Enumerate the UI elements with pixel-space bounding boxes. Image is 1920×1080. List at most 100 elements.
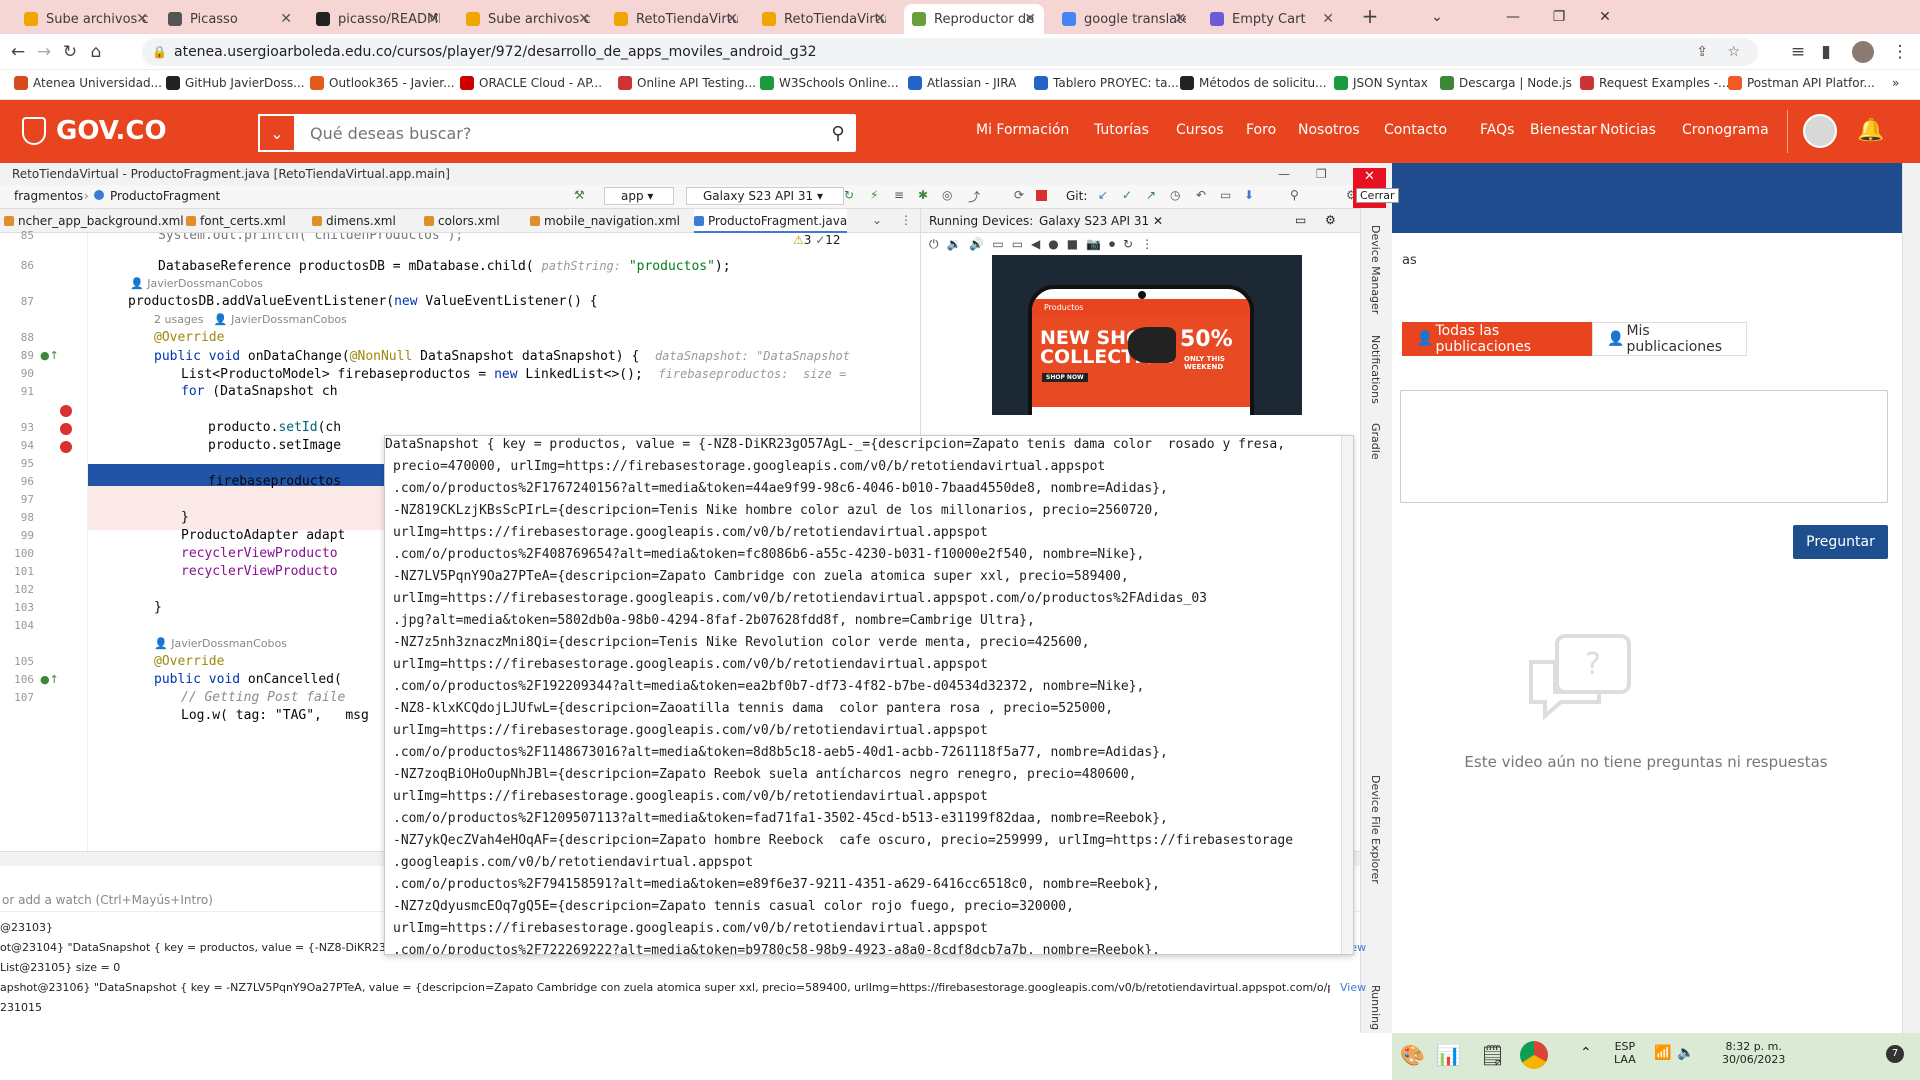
search-icon[interactable]: ⚲ bbox=[820, 123, 856, 144]
layout-icon[interactable]: ▭ bbox=[1295, 213, 1306, 227]
tab-close-icon[interactable]: ✕ bbox=[280, 11, 292, 27]
ide-restore-icon[interactable]: ❐ bbox=[1316, 163, 1327, 185]
breadcrumb-package[interactable]: fragmentos bbox=[14, 189, 83, 203]
git-push-icon[interactable]: ↗ bbox=[1146, 188, 1156, 202]
notifications-tab[interactable]: Notifications bbox=[1369, 335, 1382, 404]
tab-close-icon[interactable]: ✕ bbox=[1174, 11, 1186, 27]
home-icon[interactable]: ⌂ bbox=[84, 40, 108, 64]
reading-list-icon[interactable]: ≡ bbox=[1786, 40, 1810, 64]
tabs-dropdown-icon[interactable]: ⌄ bbox=[872, 213, 882, 227]
nav-link[interactable]: Foro bbox=[1246, 122, 1276, 138]
debug-bug-icon[interactable]: ✱ bbox=[918, 188, 928, 202]
emulator-screen[interactable]: Productos NEW SHOES COLLECTION 50% ONLY … bbox=[992, 255, 1302, 415]
nav-link[interactable]: FAQs bbox=[1480, 122, 1514, 138]
list-icon[interactable]: ≡ bbox=[894, 188, 904, 202]
override-icon[interactable]: ●↑ bbox=[40, 673, 59, 686]
nav-link[interactable]: Cronograma bbox=[1682, 122, 1769, 138]
chrome-icon[interactable] bbox=[1520, 1041, 1548, 1069]
maximize-button[interactable]: ❐ bbox=[1536, 0, 1582, 34]
browser-tab[interactable]: RetoTiendaVirtual - Re✕ bbox=[754, 4, 894, 34]
page-scrollbar[interactable] bbox=[1902, 163, 1920, 1033]
back-icon[interactable]: ← bbox=[6, 40, 30, 64]
editor-tab[interactable]: colors.xml bbox=[424, 209, 500, 233]
history-icon[interactable]: ◷ bbox=[1170, 188, 1180, 202]
settings-gear-icon[interactable]: ⚙ bbox=[1325, 213, 1336, 227]
app-icon[interactable]: 🎨 bbox=[1400, 1043, 1425, 1067]
bookmark-item[interactable]: Descarga | Node.js bbox=[1440, 76, 1572, 90]
tabs-menu-icon[interactable]: ⋮ bbox=[900, 213, 912, 227]
sync-icon[interactable]: ⟳ bbox=[1014, 188, 1024, 202]
git-commit-icon[interactable]: ✓ bbox=[1122, 188, 1132, 202]
browser-tab[interactable]: Sube archivos con Clo✕ bbox=[458, 4, 598, 34]
tab-close-icon[interactable]: ✕ bbox=[136, 11, 148, 27]
bookmark-item[interactable]: Postman API Platfor... bbox=[1728, 76, 1875, 90]
device-select[interactable]: Galaxy S23 API 31 ▾ bbox=[686, 187, 844, 205]
profile-avatar[interactable] bbox=[1852, 41, 1874, 63]
running-tab[interactable]: Running bbox=[1369, 985, 1382, 1030]
site-search-input[interactable] bbox=[296, 116, 820, 150]
notification-badge[interactable]: 7 bbox=[1886, 1045, 1904, 1063]
side-panel-icon[interactable]: ▮ bbox=[1814, 40, 1838, 64]
bookmark-item[interactable]: Atlassian - JIRA bbox=[908, 76, 1016, 90]
nav-link[interactable]: Noticias bbox=[1600, 122, 1656, 138]
address-bar[interactable]: 🔒 atenea.usergioarboleda.edu.co/cursos/p… bbox=[142, 38, 1758, 66]
editor-tab[interactable]: mobile_navigation.xml bbox=[530, 209, 680, 233]
wifi-icon[interactable]: 📶 bbox=[1654, 1045, 1671, 1061]
all-publications-tab[interactable]: 👤 Todas las publicaciones bbox=[1402, 322, 1592, 356]
nav-link[interactable]: Tutorías bbox=[1094, 122, 1149, 138]
popup-scrollbar[interactable] bbox=[1341, 436, 1353, 954]
nav-link[interactable]: Contacto bbox=[1384, 122, 1447, 138]
browser-menu-icon[interactable]: ⋮ bbox=[1888, 40, 1912, 64]
bookmark-item[interactable]: Tablero PROYEC: ta... bbox=[1034, 76, 1179, 90]
hammer-build-icon[interactable]: ⚒ bbox=[574, 188, 585, 202]
ide-minimize-icon[interactable]: — bbox=[1278, 163, 1290, 185]
bookmark-item[interactable]: ORACLE Cloud - AP... bbox=[460, 76, 602, 90]
tab-close-icon[interactable]: ✕ bbox=[1322, 11, 1334, 27]
reload-icon[interactable]: ↻ bbox=[58, 40, 82, 64]
minimize-button[interactable]: — bbox=[1490, 0, 1536, 34]
bookmark-item[interactable]: Online API Testing... bbox=[618, 76, 756, 90]
sdk-manager-icon[interactable]: ⬇ bbox=[1244, 188, 1254, 202]
editor-tab[interactable]: font_certs.xml bbox=[186, 209, 286, 233]
bookmark-item[interactable]: Outlook365 - Javier... bbox=[310, 76, 455, 90]
clock[interactable]: 8:32 p. m. 30/06/2023 bbox=[1722, 1040, 1785, 1066]
device-controls[interactable]: ⏻🔉🔊▭▭◀●■📷⏺↻⋮ bbox=[929, 237, 1161, 252]
run-config-select[interactable]: app ▾ bbox=[604, 187, 675, 205]
notes-app-icon[interactable]: 🗒 bbox=[1480, 1043, 1505, 1067]
breakpoint-icon[interactable] bbox=[60, 441, 72, 453]
language-indicator[interactable]: ESP LAA bbox=[1614, 1040, 1636, 1066]
share-icon[interactable]: ⇪ bbox=[1696, 44, 1708, 60]
tab-close-icon[interactable]: ✕ bbox=[874, 11, 886, 27]
notifications-bell-icon[interactable]: 🔔 bbox=[1857, 118, 1884, 143]
stop-icon[interactable] bbox=[1036, 190, 1047, 201]
browser-tab[interactable]: Sube archivos con Clo✕ bbox=[16, 4, 156, 34]
bookmark-item[interactable]: Atenea Universidad... bbox=[14, 76, 162, 90]
browser-tab[interactable]: Picasso ✕ bbox=[160, 4, 300, 34]
view-link[interactable]: View bbox=[1340, 978, 1366, 998]
rollback-icon[interactable]: ↶ bbox=[1196, 188, 1206, 202]
debug-variable-row[interactable]: apshot@23106} "DataSnapshot { key = -NZ7… bbox=[0, 978, 1366, 998]
tab-close-icon[interactable]: ✕ bbox=[726, 11, 738, 27]
search-everywhere-icon[interactable]: ⚲ bbox=[1290, 188, 1299, 202]
tab-search-icon[interactable]: ⌄ bbox=[1414, 0, 1460, 34]
my-publications-tab[interactable]: 👤 Mis publicaciones bbox=[1592, 322, 1747, 356]
running-device-tab[interactable]: Galaxy S23 API 31 ✕ bbox=[1039, 214, 1163, 228]
device-manager-tab[interactable]: Device Manager bbox=[1369, 225, 1382, 314]
nav-link[interactable]: Nosotros bbox=[1298, 122, 1360, 138]
breakpoint-icon[interactable] bbox=[60, 423, 72, 435]
gov-logo[interactable]: GOV.CO bbox=[22, 116, 167, 146]
debug-variable-row[interactable]: 231015 bbox=[0, 998, 42, 1018]
chevron-up-icon[interactable]: ⌃ bbox=[1580, 1045, 1592, 1061]
new-tab-button[interactable]: + bbox=[1358, 4, 1382, 28]
tab-close-icon[interactable]: ✕ bbox=[428, 11, 440, 27]
more-bookmarks-icon[interactable]: » bbox=[1892, 76, 1899, 90]
device-file-explorer-tab[interactable]: Device File Explorer bbox=[1369, 775, 1382, 884]
debug-variable-row[interactable]: List@23105} size = 0 bbox=[0, 958, 120, 978]
user-avatar[interactable] bbox=[1803, 114, 1837, 148]
inspection-widget[interactable]: ⚠3 ✓12 bbox=[793, 233, 841, 247]
ask-button[interactable]: Preguntar bbox=[1793, 525, 1888, 559]
override-icon[interactable]: ●↑ bbox=[40, 349, 59, 362]
debug-value-popup[interactable]: DataSnapshot { key = productos, value = … bbox=[384, 435, 1354, 955]
forward-icon[interactable]: → bbox=[32, 40, 56, 64]
editor-tab[interactable]: ProductoFragment.java bbox=[694, 209, 848, 233]
